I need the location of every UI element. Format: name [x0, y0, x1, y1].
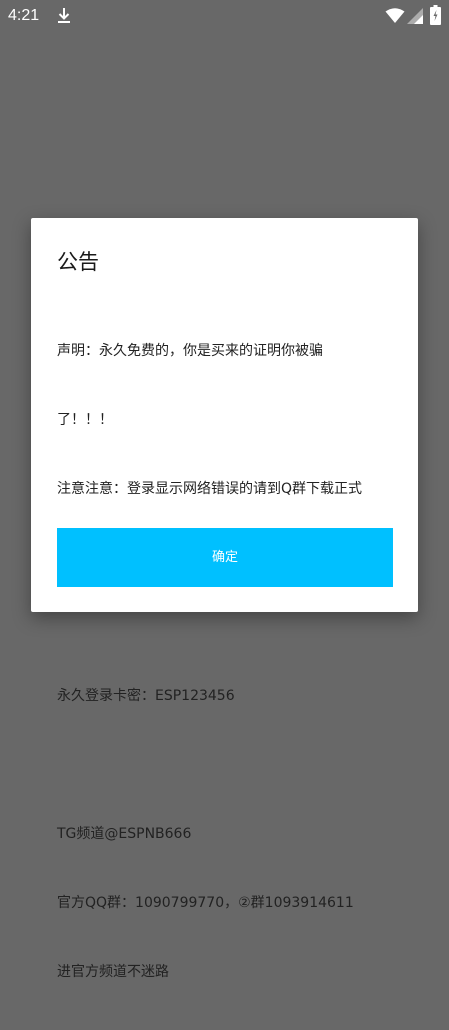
message-line: 进官方频道不迷路	[57, 964, 169, 980]
message-line: 注意注意：登录显示网络错误的请到Q群下载正式	[57, 481, 363, 497]
battery-icon	[430, 5, 441, 25]
dialog-title: 公告	[57, 250, 99, 274]
message-line: 永久登录卡密：ESP123456	[57, 688, 235, 704]
message-line	[57, 754, 397, 777]
status-bar: 4:21	[0, 0, 449, 33]
download-icon	[58, 8, 70, 23]
dialog-message: 声明：永久免费的，你是买来的证明你被骗 了！！！ 注意注意：登录显示网络错误的请…	[57, 294, 397, 1030]
message-line: 声明：永久免费的，你是买来的证明你被骗	[57, 343, 323, 359]
announcement-dialog: 公告 声明：永久免费的，你是买来的证明你被骗 了！！！ 注意注意：登录显示网络错…	[31, 218, 418, 980]
status-time: 4:21	[8, 7, 40, 24]
message-line: 了！！！	[57, 412, 113, 428]
message-line: 官方QQ群：1090799770，②群1093914611	[57, 895, 354, 911]
wifi-icon	[385, 8, 405, 23]
signal-icon	[407, 8, 423, 24]
confirm-button[interactable]: 确定	[57, 528, 393, 587]
message-line	[57, 616, 397, 639]
message-line: TG频道@ESPNB666	[57, 826, 192, 842]
